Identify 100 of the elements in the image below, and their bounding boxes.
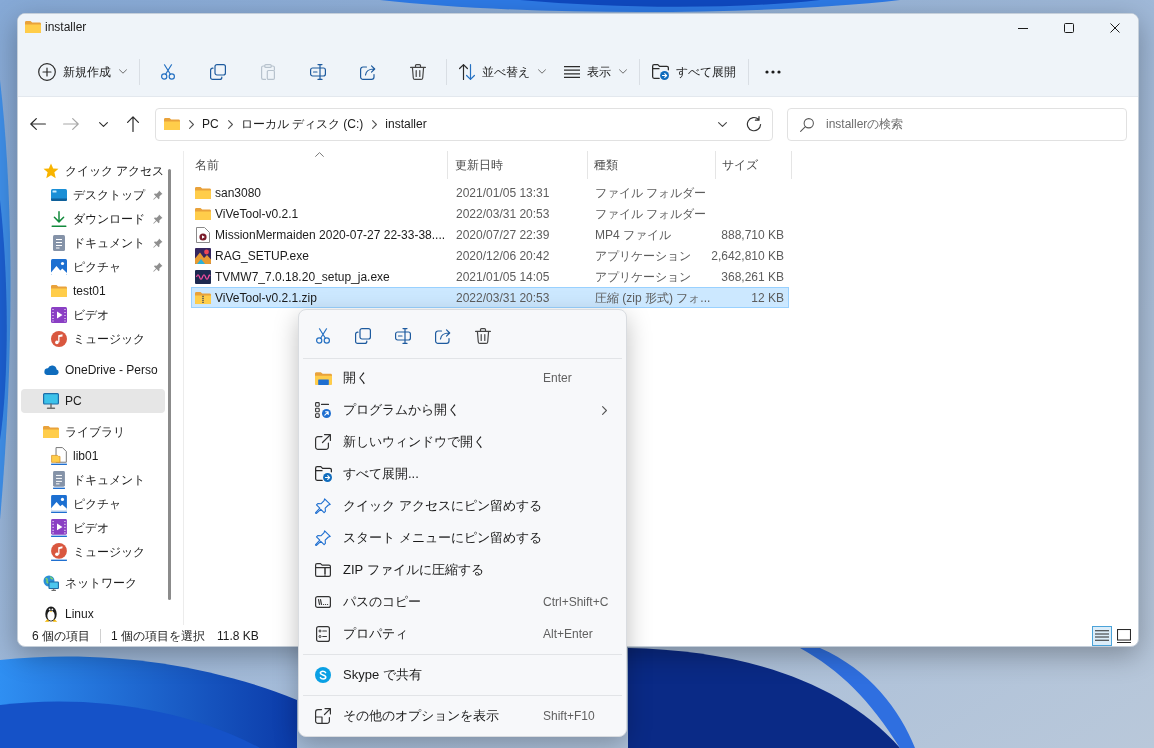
menu-item[interactable]: プログラムから開く (303, 394, 622, 426)
trash-icon (410, 63, 426, 80)
file-size: 888,710 KB (721, 226, 784, 244)
file-type: アプリケーション (595, 247, 691, 265)
desktop-icon (51, 189, 67, 201)
caret-icon (119, 69, 127, 74)
file-row[interactable]: ViVeTool-v0.2.1 2022/03/31 20:53 ファイル フォルダー (191, 203, 789, 224)
up-arrow-icon (127, 116, 139, 132)
menu-item[interactable]: パスのコピー Ctrl+Shift+C (303, 586, 622, 618)
window-title: installer (45, 19, 87, 36)
column-header[interactable]: 更新日時 (448, 151, 588, 179)
file-type: 圧縮 (zip 形式) フォ... (595, 289, 711, 307)
sidebar-item[interactable]: デスクトップ (21, 183, 153, 207)
column-header[interactable]: 種類 (588, 151, 716, 179)
file-name: MissionMermaiden 2020-07-27 22-33-38.... (215, 226, 446, 244)
file-row[interactable]: MissionMermaiden 2020-07-27 22-33-38.... 2020/07/27 22:39 MP4 ファイル 888,710 KB (191, 224, 789, 245)
scrollbar-thumb[interactable] (168, 169, 171, 600)
chevron-down-icon (717, 121, 727, 127)
menu-item[interactable]: スタート メニューにピン留めする (303, 522, 622, 554)
penguin-icon (44, 606, 58, 622)
menu-item[interactable]: 新しいウィンドウで開く (303, 426, 622, 458)
address-bar[interactable]: PC ローカル ディスク (C:) installer (155, 107, 773, 141)
modified-date: 2021/01/05 14:05 (456, 268, 550, 286)
menu-item[interactable]: すべて展開... (303, 458, 622, 490)
share-icon (360, 63, 376, 80)
sidebar-item[interactable]: ネットワーク (21, 571, 165, 595)
sidebar-item[interactable]: ライブラリ (21, 420, 165, 444)
view-button[interactable]: 表示 (556, 54, 635, 89)
scissors-icon (316, 328, 330, 344)
file-type: MP4 ファイル (595, 226, 671, 244)
sidebar-item[interactable]: ドキュメント (21, 231, 153, 255)
folder-icon (51, 285, 67, 297)
breadcrumb[interactable]: installer (385, 112, 427, 136)
menu-item[interactable]: 開く Enter (303, 362, 622, 394)
modified-date: 2021/01/05 13:31 (456, 184, 550, 202)
file-row[interactable]: TVMW7_7.0.18.20_setup_ja.exe 2021/01/05 14:05 アプリケーション 368,261 KB (191, 266, 789, 287)
sidebar-item[interactable]: OneDrive - Perso (21, 358, 165, 382)
menu-item[interactable]: Skype で共有 (303, 659, 622, 691)
sidebar-item[interactable]: ミュージック (21, 327, 165, 351)
file-row[interactable]: RAG_SETUP.exe 2020/12/06 20:42 アプリケーション 2,642,810 KB (191, 245, 789, 266)
folder-icon (164, 118, 180, 130)
sidebar-item[interactable]: ミュージック (21, 540, 165, 564)
music-icon (51, 331, 67, 347)
share-icon (435, 328, 451, 344)
menu-item[interactable]: その他のオプションを表示 Shift+F10 (303, 700, 622, 732)
document-icon (53, 471, 65, 489)
file-row[interactable]: san3080 2021/01/05 13:31 ファイル フォルダー (191, 182, 789, 203)
extract-button[interactable]: すべて展開 (644, 54, 744, 89)
pin-icon (315, 498, 331, 514)
sidebar-item[interactable]: ビデオ (21, 516, 165, 540)
breadcrumb[interactable]: ローカル ディスク (C:) (240, 112, 364, 136)
column-header[interactable]: サイズ (716, 151, 792, 179)
chevron-down-icon (98, 121, 108, 127)
file-size: 2,642,810 KB (711, 247, 784, 265)
sidebar-item[interactable]: PC (21, 389, 165, 413)
sidebar-item[interactable]: ピクチャ (21, 255, 153, 279)
column-header[interactable]: 名前 (191, 151, 448, 179)
keyboard-shortcut: Alt+Enter (543, 626, 594, 643)
sidebar-item[interactable]: test01 (21, 279, 165, 303)
pin-icon (315, 530, 331, 546)
selection-size: 11.8 KB (217, 627, 259, 645)
chevron-up-icon (315, 152, 324, 157)
modified-date: 2022/03/31 20:53 (456, 289, 550, 307)
copy-icon (210, 63, 226, 80)
folder-icon (43, 426, 59, 438)
picture-icon (51, 259, 67, 275)
sidebar-item[interactable]: ビデオ (21, 303, 165, 327)
modified-date: 2022/03/31 20:53 (456, 205, 550, 223)
folder-icon (195, 207, 211, 220)
sidebar-item[interactable]: ドキュメント (21, 468, 165, 492)
sidebar-item[interactable]: lib01 (21, 444, 165, 468)
menu-item[interactable]: プロパティ Alt+Enter (303, 618, 622, 650)
sidebar-item[interactable]: クイック アクセス (21, 159, 165, 183)
menu-item[interactable]: クイック アクセスにピン留めする (303, 490, 622, 522)
caret-icon (619, 69, 627, 74)
file-icon (51, 447, 67, 465)
details-view-button[interactable] (1092, 625, 1112, 646)
new-button[interactable]: 新規作成 (30, 54, 135, 89)
keyboard-shortcut: Ctrl+Shift+C (543, 594, 610, 611)
keyboard-shortcut: Enter (543, 370, 573, 387)
modified-date: 2020/07/27 22:39 (456, 226, 550, 244)
sidebar-item[interactable]: ダウンロード (21, 207, 153, 231)
zip-folder-icon (315, 563, 331, 577)
modified-date: 2020/12/06 20:42 (456, 247, 550, 265)
search-field[interactable]: installerの検索 (787, 107, 1127, 141)
maximize-icon (1064, 23, 1074, 33)
breadcrumb[interactable]: PC (202, 112, 219, 136)
video-icon (51, 307, 67, 323)
file-row[interactable]: ViVeTool-v0.2.1.zip 2022/03/31 20:53 圧縮 (zip 形式) フォ... 12 KB (191, 287, 789, 308)
sidebar-item[interactable]: Linux (21, 602, 165, 626)
list-icon (564, 65, 580, 78)
cloud-icon (43, 365, 59, 375)
menu-item[interactable]: ZIP ファイルに圧縮する (303, 554, 622, 586)
file-type: ファイル フォルダー (595, 205, 707, 223)
caret-icon (538, 69, 546, 74)
file-size: 12 KB (751, 289, 784, 307)
sidebar-item[interactable]: ピクチャ (21, 492, 165, 516)
sort-button[interactable]: 並べ替え (451, 54, 554, 89)
path-icon (315, 596, 331, 608)
keyboard-shortcut: Shift+F10 (543, 708, 596, 725)
